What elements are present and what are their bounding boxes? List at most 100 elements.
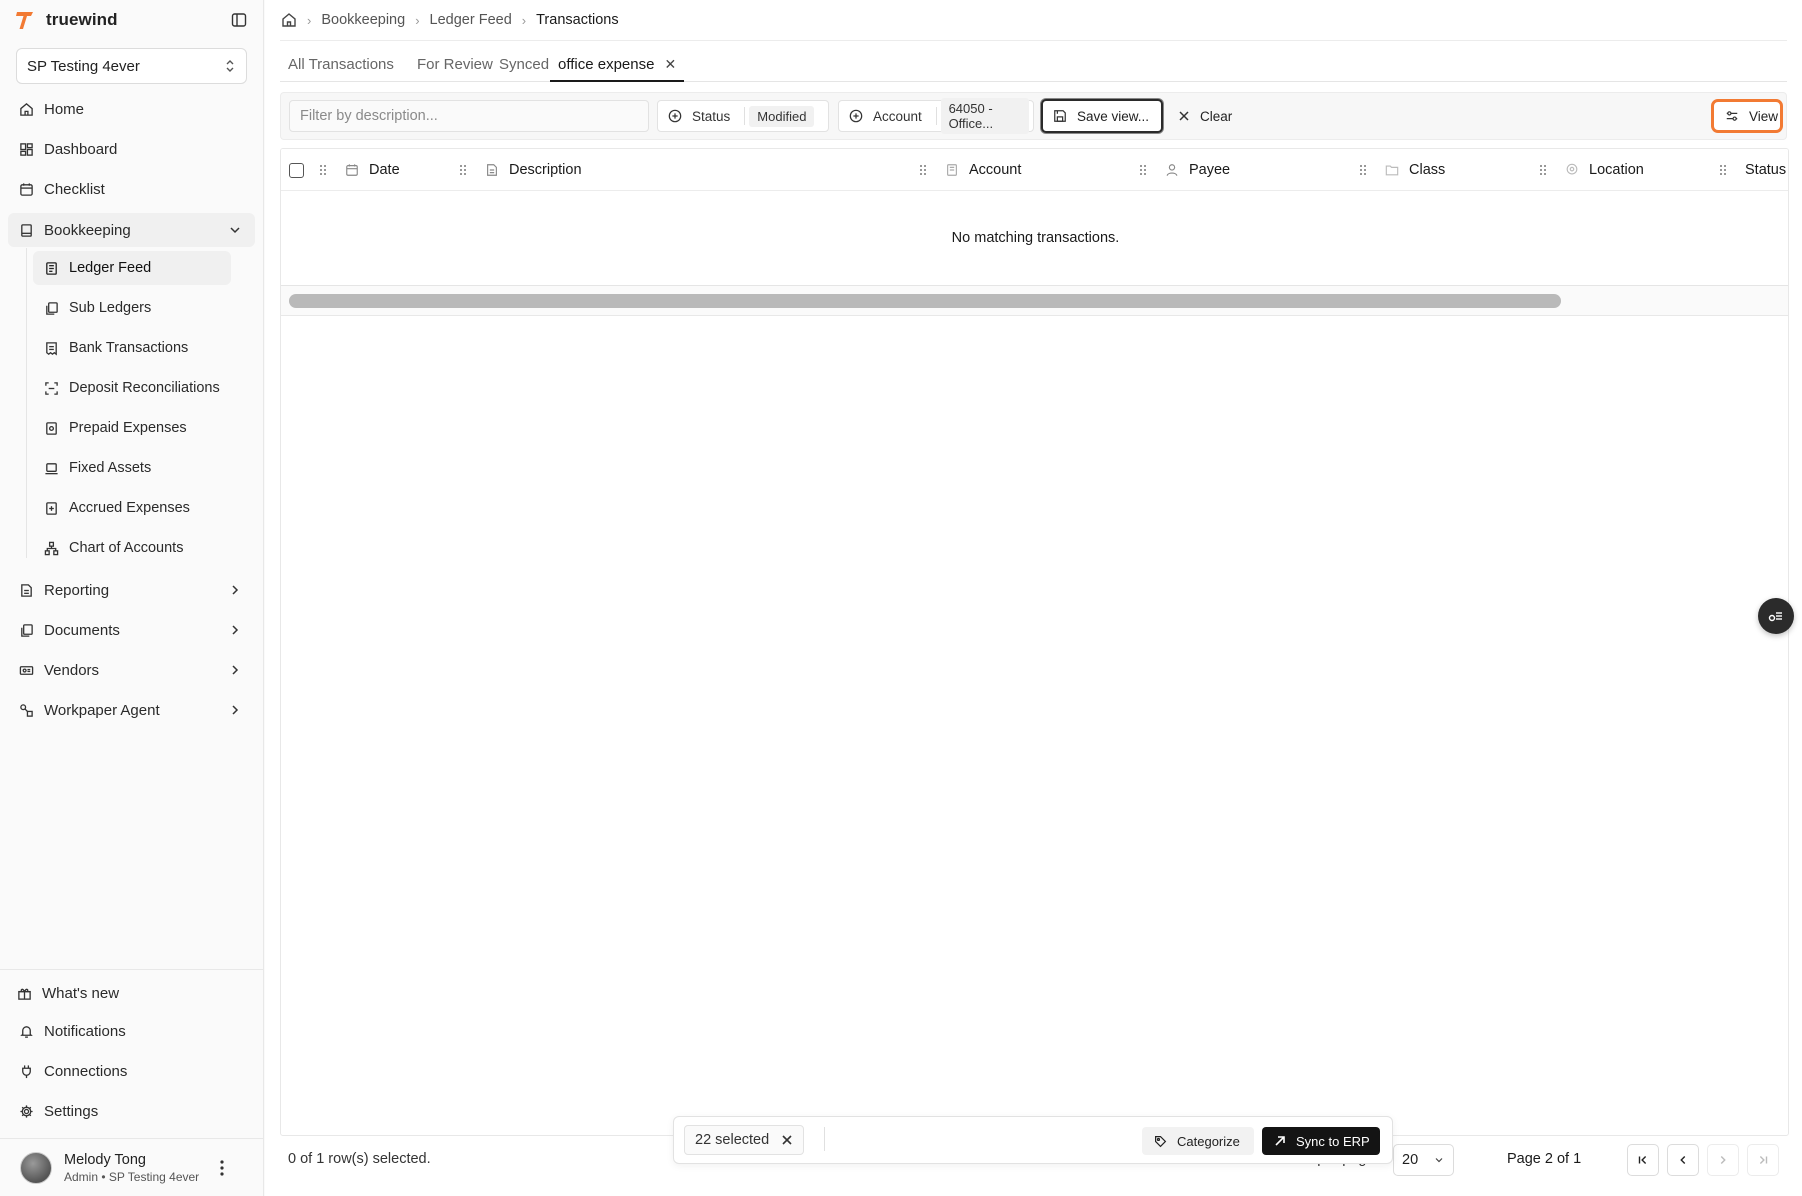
view-options-button[interactable]: View xyxy=(1711,99,1783,133)
column-label: Description xyxy=(509,162,582,178)
last-page-button[interactable] xyxy=(1747,1144,1779,1176)
nav-home[interactable]: Home xyxy=(8,92,255,126)
nav-workpaper-agent[interactable]: Workpaper Agent xyxy=(8,693,255,727)
subnav-bank-transactions[interactable]: Bank Transactions xyxy=(33,331,231,365)
drag-handle-icon[interactable] xyxy=(1359,164,1371,176)
breadcrumb-ledger-feed[interactable]: Ledger Feed xyxy=(430,12,512,28)
empty-state-message: No matching transactions. xyxy=(951,230,1120,246)
rows-per-page-select[interactable]: 20 xyxy=(1393,1144,1454,1176)
nav-vendors[interactable]: Vendors xyxy=(8,653,255,687)
nav-bookkeeping[interactable]: Bookkeeping xyxy=(8,213,255,247)
close-icon xyxy=(1178,110,1190,122)
sliders-icon xyxy=(1725,109,1739,123)
sidebar-divider xyxy=(0,969,264,970)
tab-for-review[interactable]: For Review xyxy=(409,52,501,82)
nav-settings[interactable]: Settings xyxy=(8,1094,255,1128)
chip-divider xyxy=(744,107,746,125)
description-filter-input[interactable] xyxy=(289,100,649,132)
rows-per-page-value: 20 xyxy=(1402,1152,1419,1168)
chevron-right-icon: › xyxy=(415,12,420,28)
save-view-button[interactable]: Save view... xyxy=(1041,99,1163,133)
home-icon[interactable] xyxy=(281,12,297,28)
prepaid-icon xyxy=(43,420,59,436)
clear-filters-button[interactable]: Clear xyxy=(1168,99,1248,133)
sync-to-erp-button[interactable]: Sync to ERP xyxy=(1262,1127,1380,1155)
transactions-table: Date Description Account Payee Class Loc… xyxy=(280,148,1789,1136)
more-vertical-icon[interactable] xyxy=(214,1158,230,1178)
next-page-button[interactable] xyxy=(1707,1144,1739,1176)
filter-toolbar: Status Modified Account 64050 - Office..… xyxy=(280,92,1787,140)
previous-page-button[interactable] xyxy=(1667,1144,1699,1176)
categorize-button[interactable]: Categorize xyxy=(1142,1127,1254,1155)
scan-icon xyxy=(43,380,59,396)
tab-synced[interactable]: Synced xyxy=(491,52,557,82)
chevron-down-icon xyxy=(230,227,240,234)
plus-square-icon xyxy=(43,500,59,516)
drag-handle-icon[interactable] xyxy=(919,164,931,176)
close-icon[interactable]: ✕ xyxy=(664,56,676,72)
nav-label: Notifications xyxy=(44,1022,126,1040)
column-header-status[interactable]: Status xyxy=(1719,149,1786,191)
nav-checklist[interactable]: Checklist xyxy=(8,172,255,206)
document-icon xyxy=(485,163,499,177)
account-filter-value: 64050 - Office... xyxy=(940,98,1029,134)
subnav-deposit-reconciliations[interactable]: Deposit Reconciliations xyxy=(33,371,231,405)
subnav-sub-ledgers[interactable]: Sub Ledgers xyxy=(33,291,231,325)
plus-circle-icon xyxy=(849,109,863,123)
nav-dashboard[interactable]: Dashboard xyxy=(8,132,255,166)
column-header-date[interactable]: Date xyxy=(319,149,400,191)
column-header-account[interactable]: Account xyxy=(919,149,1021,191)
column-label: Class xyxy=(1409,162,1446,178)
scrollbar-thumb[interactable] xyxy=(289,294,1561,308)
bell-icon xyxy=(18,1023,34,1039)
column-header-location[interactable]: Location xyxy=(1539,149,1644,191)
subnav-label: Bank Transactions xyxy=(69,340,189,356)
drag-handle-icon[interactable] xyxy=(1719,164,1731,176)
drag-handle-icon[interactable] xyxy=(459,164,471,176)
column-header-description[interactable]: Description xyxy=(459,149,582,191)
brand[interactable]: truewind xyxy=(16,8,118,32)
subnav-fixed-assets[interactable]: Fixed Assets xyxy=(33,451,231,485)
subnav-accrued-expenses[interactable]: Accrued Expenses xyxy=(33,491,231,525)
subnav-prepaid-expenses[interactable]: Prepaid Expenses xyxy=(33,411,231,445)
sync-to-erp-label: Sync to ERP xyxy=(1296,1133,1370,1149)
account-filter-chip[interactable]: Account 64050 - Office... xyxy=(838,98,1034,134)
nav-documents[interactable]: Documents xyxy=(8,613,255,647)
nav-reporting[interactable]: Reporting xyxy=(8,573,255,607)
sidebar: truewind SP Testing 4ever Home Dashboard… xyxy=(0,0,264,1196)
sidebar-toggle-icon[interactable] xyxy=(229,10,249,30)
user-profile[interactable]: Melody Tong Admin • SP Testing 4ever xyxy=(20,1148,250,1188)
status-filter-chip[interactable]: Status Modified xyxy=(657,100,829,132)
nav-label: Checklist xyxy=(44,180,105,198)
nav-notifications[interactable]: Notifications xyxy=(8,1014,255,1048)
drag-handle-icon[interactable] xyxy=(1139,164,1151,176)
subnav-label: Ledger Feed xyxy=(69,260,152,276)
save-view-label: Save view... xyxy=(1077,108,1150,124)
drag-handle-icon[interactable] xyxy=(1539,164,1551,176)
close-icon[interactable] xyxy=(781,1134,793,1146)
column-header-payee[interactable]: Payee xyxy=(1139,149,1230,191)
drag-handle-icon[interactable] xyxy=(319,164,331,176)
nav-label: Settings xyxy=(44,1102,99,1120)
company-selector[interactable]: SP Testing 4ever xyxy=(16,48,247,84)
tab-label: For Review xyxy=(417,56,493,73)
tab-office-expense[interactable]: office expense ✕ xyxy=(550,52,685,82)
assistant-floating-button[interactable] xyxy=(1758,598,1794,634)
calendar-icon xyxy=(18,181,34,197)
column-header-class[interactable]: Class xyxy=(1359,149,1445,191)
select-all-checkbox[interactable] xyxy=(289,163,304,178)
tab-all-transactions[interactable]: All Transactions xyxy=(280,52,402,82)
subnav-ledger-feed[interactable]: Ledger Feed xyxy=(33,251,231,285)
subnav-chart-of-accounts[interactable]: Chart of Accounts xyxy=(33,531,231,565)
horizontal-scrollbar[interactable] xyxy=(281,286,1788,316)
nav-connections[interactable]: Connections xyxy=(8,1054,255,1088)
bulk-bar-divider xyxy=(824,1127,825,1151)
breadcrumb-bookkeeping[interactable]: Bookkeeping xyxy=(321,12,405,28)
hierarchy-icon xyxy=(43,540,59,556)
clear-label: Clear xyxy=(1200,108,1233,124)
nav-whats-new[interactable]: What's new xyxy=(8,976,255,1010)
dashboard-icon xyxy=(18,141,34,157)
plug-icon xyxy=(18,1063,34,1079)
first-page-button[interactable] xyxy=(1627,1144,1659,1176)
truewind-logo-icon xyxy=(16,12,33,29)
